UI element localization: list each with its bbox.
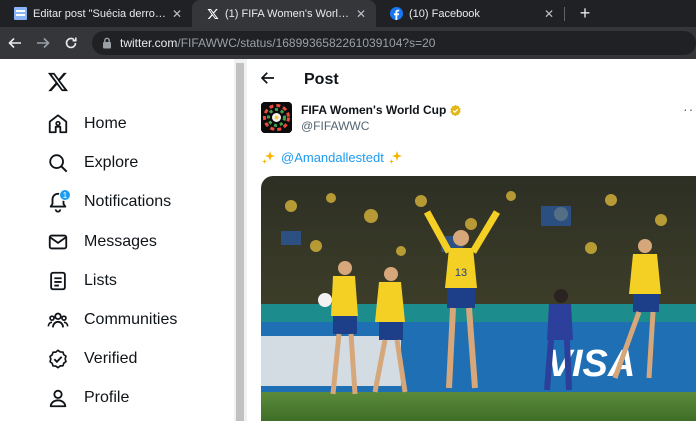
verified-icon (46, 347, 70, 371)
sidebar: Home Explore 1 Notifications Messages Li… (0, 59, 234, 421)
tab-wordpress[interactable]: Editar post "Suécia derrota Japão ✕ (0, 0, 192, 27)
sparkle-emoji-icon (262, 151, 275, 164)
avatar[interactable] (261, 102, 292, 133)
sidebar-item-label: Verified (84, 350, 138, 367)
back-arrow-icon[interactable] (259, 69, 279, 89)
twitter-page: Home Explore 1 Notifications Messages Li… (0, 59, 696, 421)
sidebar-item-communities[interactable]: Communities (46, 305, 177, 335)
address-bar[interactable]: twitter.com/FIFAWWC/status/1689936582261… (92, 31, 696, 55)
x-logo-icon (206, 7, 219, 20)
wordpress-icon (14, 7, 27, 20)
sidebar-item-label: Notifications (84, 193, 172, 210)
post-column: Post FIFA Women's World Cup @FIFAWWC ·· … (246, 59, 696, 421)
author-handle[interactable]: @FIFAWWC (301, 119, 369, 133)
tweet-text: @Amandallestedt (261, 149, 404, 165)
sidebar-item-label: Profile (84, 389, 130, 406)
search-icon (46, 151, 70, 175)
page-title: Post (304, 71, 339, 88)
sidebar-item-lists[interactable]: Lists (46, 266, 117, 296)
envelope-icon (46, 230, 70, 254)
scrollbar-thumb[interactable] (236, 63, 244, 421)
gold-verified-badge-icon (450, 104, 461, 116)
author-name[interactable]: FIFA Women's World Cup (301, 103, 462, 117)
home-icon (46, 112, 70, 136)
sidebar-item-label: Home (84, 115, 127, 132)
author-name-text: FIFA Women's World Cup (301, 103, 447, 117)
sidebar-item-profile[interactable]: Profile (46, 383, 129, 413)
sidebar-item-explore[interactable]: Explore (46, 148, 138, 178)
list-icon (46, 269, 70, 293)
notification-badge: 1 (59, 189, 71, 201)
facebook-icon (390, 7, 403, 20)
person-icon (46, 386, 70, 410)
mention-link[interactable]: @Amandallestedt (281, 150, 384, 165)
post-media-photo[interactable]: VISA 13 (261, 176, 696, 421)
sidebar-item-label: Explore (84, 154, 139, 171)
url-path: /FIFAWWC/status/1689936582261039104?s=20 (177, 36, 436, 50)
forward-arrow-icon[interactable] (30, 30, 56, 56)
reload-icon[interactable] (58, 30, 84, 56)
tab-twitter[interactable]: (1) FIFA Women's World Cup on X ✕ (192, 0, 376, 27)
tab-title: (10) Facebook (409, 7, 480, 20)
bell-icon: 1 (46, 189, 71, 214)
tab-strip: Editar post "Suécia derrota Japão ✕ (1) … (0, 0, 696, 27)
tab-facebook[interactable]: (10) Facebook ✕ (376, 0, 564, 27)
more-options-icon[interactable]: ·· (683, 101, 694, 117)
tab-title: Editar post "Suécia derrota Japão (33, 7, 166, 20)
sidebar-item-label: Messages (84, 233, 157, 250)
x-logo-icon[interactable] (47, 71, 71, 95)
sidebar-item-notifications[interactable]: 1 Notifications (46, 187, 171, 217)
sidebar-item-label: Lists (84, 272, 117, 289)
close-icon[interactable]: ✕ (542, 7, 556, 21)
tab-separator (564, 6, 565, 21)
tab-title: (1) FIFA Women's World Cup on X (225, 7, 350, 20)
sidebar-item-messages[interactable]: Messages (46, 227, 157, 257)
lock-icon[interactable] (102, 37, 114, 49)
svg-text:13: 13 (455, 267, 467, 279)
celebration-photo: VISA 13 (261, 176, 696, 421)
sidebar-item-label: Communities (84, 311, 178, 328)
sidebar-item-verified[interactable]: Verified (46, 344, 137, 374)
url-host: twitter.com (120, 36, 178, 50)
people-icon (46, 308, 70, 332)
sidebar-item-home[interactable]: Home (46, 109, 127, 139)
back-arrow-icon[interactable] (2, 30, 28, 56)
sparkle-emoji-icon (388, 151, 402, 164)
new-tab-button[interactable]: + (571, 0, 599, 27)
browser-toolbar: twitter.com/FIFAWWC/status/1689936582261… (0, 27, 696, 59)
sidebar-scrollbar[interactable] (234, 59, 246, 421)
close-icon[interactable]: ✕ (170, 7, 184, 21)
close-icon[interactable]: ✕ (354, 7, 368, 21)
